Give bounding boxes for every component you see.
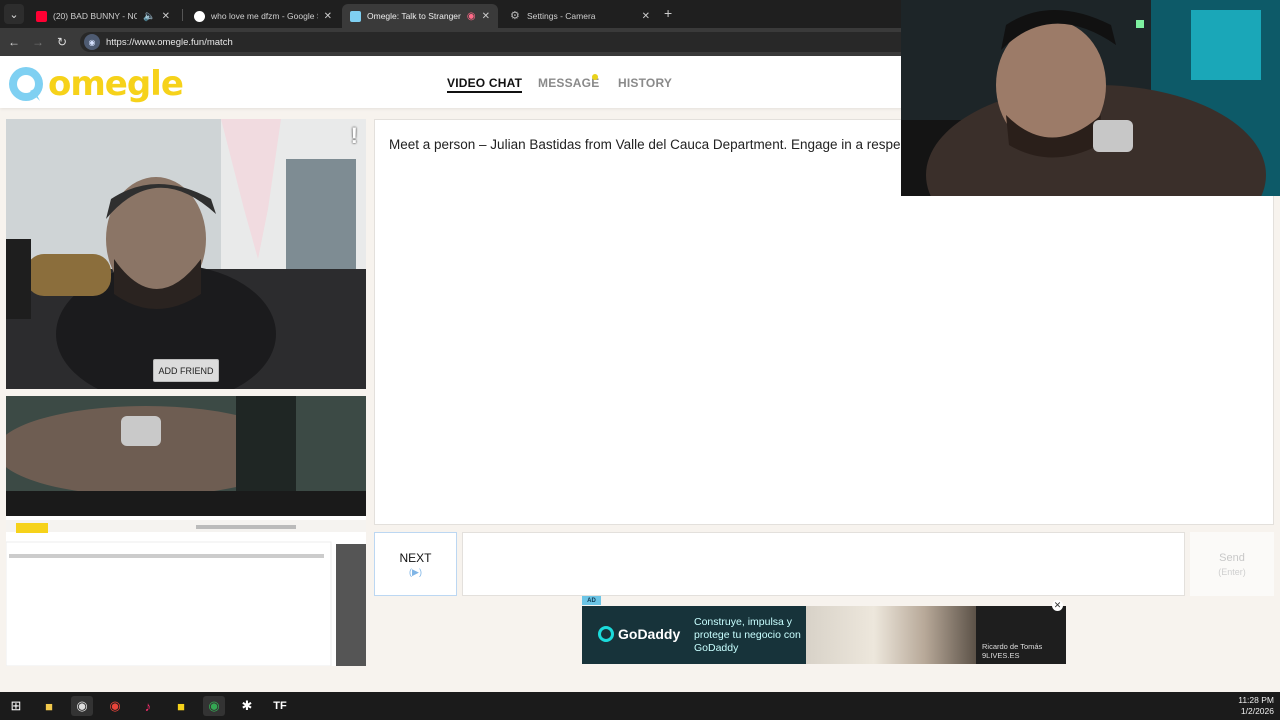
tiktok-studio-icon[interactable]: TF — [269, 696, 291, 716]
system-clock[interactable]: 11:28 PM 1/2/2026 — [1238, 695, 1274, 717]
ad-copy: Construye, impulsa y protege tu negocio … — [694, 616, 801, 654]
tab-search-chevron-icon[interactable]: ⌄ — [4, 4, 24, 24]
webcam-frame — [901, 0, 1280, 196]
stranger-video: ! ADD FRIEND — [6, 119, 366, 389]
ad-brand: GoDaddy — [618, 626, 681, 642]
omegle-logo-mark-icon — [6, 65, 46, 103]
self-video — [6, 396, 366, 666]
tab-title: Settings - Camera — [527, 11, 596, 21]
tab-title: Omegle: Talk to Strangers w — [367, 11, 461, 21]
nav-history[interactable]: HISTORY — [618, 76, 672, 90]
ad-tag: AD — [582, 596, 601, 605]
tab-close-icon[interactable]: ✕ — [482, 11, 490, 22]
chrome-profile-icon[interactable]: ◉ — [203, 696, 225, 716]
back-arrow-icon[interactable]: ← — [6, 34, 22, 50]
file-explorer-icon[interactable]: ■ — [38, 696, 60, 716]
site-info-icon[interactable]: ◉ — [84, 34, 100, 50]
reload-icon[interactable]: ↻ — [54, 34, 70, 50]
chrome-icon[interactable]: ◉ — [104, 696, 126, 716]
ad-banner[interactable]: GoDaddy Construye, impulsa y protege tu … — [582, 606, 1066, 664]
tab-omegle[interactable]: Omegle: Talk to Strangers w ◉ ✕ — [342, 4, 498, 28]
ad-credit: Ricardo de Tomás 9LIVES.ES — [982, 642, 1042, 660]
ad-credit-name: Ricardo de Tomás — [982, 642, 1043, 651]
tab-title: (20) BAD BUNNY - NO ME Q — [53, 11, 138, 21]
slack-icon[interactable]: ✱ — [236, 696, 258, 716]
windows-taskbar: ⊞ ■ ◉ ◉ ♪ ■ ◉ ✱ TF 11:28 PM 1/2/2026 — [0, 692, 1280, 720]
next-button[interactable]: NEXT (▶) — [374, 532, 457, 596]
tab-youtube[interactable]: (20) BAD BUNNY - NO ME Q 🔈 ✕ — [28, 4, 178, 28]
godaddy-logo: GoDaddy — [598, 626, 680, 642]
nav-message[interactable]: MESSAGE — [538, 76, 599, 90]
ad-photo — [806, 606, 976, 664]
google-icon — [194, 10, 205, 22]
omegle-favicon-icon — [350, 10, 361, 22]
url-text[interactable]: https://www.omegle.fun/match — [106, 37, 233, 48]
send-button[interactable]: Send (Enter) — [1190, 532, 1274, 596]
tab-close-icon[interactable]: ✕ — [324, 11, 332, 22]
tab-separator — [182, 9, 183, 21]
next-hint: (▶) — [409, 566, 422, 577]
tab-settings-camera[interactable]: ⚙ Settings - Camera ✕ — [502, 4, 658, 28]
ad-credit-source: 9LIVES.ES — [982, 651, 1020, 660]
address-bar[interactable]: ◉ https://www.omegle.fun/match — [80, 32, 910, 52]
logo-text: omegle — [48, 64, 184, 104]
clock-date: 1/2/2026 — [1240, 706, 1274, 716]
add-friend-button[interactable]: ADD FRIEND — [153, 359, 219, 382]
omegle-logo[interactable]: omegle — [6, 64, 184, 104]
self-video-frame — [6, 396, 366, 666]
nav-video-chat[interactable]: VIDEO CHAT — [447, 76, 523, 93]
ad-right-panel: Ricardo de Tomás 9LIVES.ES — [976, 606, 1066, 664]
clock-time: 11:28 PM — [1238, 695, 1274, 705]
message-input[interactable] — [462, 532, 1185, 596]
streamer-webcam-overlay — [901, 0, 1280, 196]
tab-close-icon[interactable]: ✕ — [162, 11, 170, 22]
speaker-icon[interactable]: 🔈 — [143, 11, 155, 22]
tab-close-icon[interactable]: ✕ — [642, 11, 650, 22]
windows-start-icon[interactable]: ⊞ — [5, 696, 27, 716]
message-notification-dot — [592, 74, 598, 80]
youtube-icon — [36, 10, 47, 22]
new-tab-plus-icon[interactable]: + — [664, 5, 672, 21]
ad-close-icon[interactable]: ✕ — [1052, 600, 1063, 611]
report-icon[interactable]: ! — [351, 123, 358, 149]
forward-arrow-icon[interactable]: → — [30, 34, 46, 50]
obs-icon[interactable]: ◉ — [71, 696, 93, 716]
tab-title: who love me dfzm - Google Se — [211, 11, 318, 21]
ad-left-panel: GoDaddy Construye, impulsa y protege tu … — [582, 606, 976, 664]
sticky-notes-icon[interactable]: ■ — [170, 696, 192, 716]
next-label: NEXT — [399, 550, 432, 565]
stranger-video-frame — [6, 119, 366, 389]
godaddy-logo-icon — [598, 626, 614, 642]
send-label: Send — [1219, 551, 1245, 564]
tab-google-search[interactable]: who love me dfzm - Google Se ✕ — [186, 4, 340, 28]
send-hint: (Enter) — [1218, 566, 1246, 577]
gear-icon: ⚙ — [510, 9, 520, 22]
recording-icon: ◉ — [466, 10, 476, 22]
tiktok-icon[interactable]: ♪ — [137, 696, 159, 716]
